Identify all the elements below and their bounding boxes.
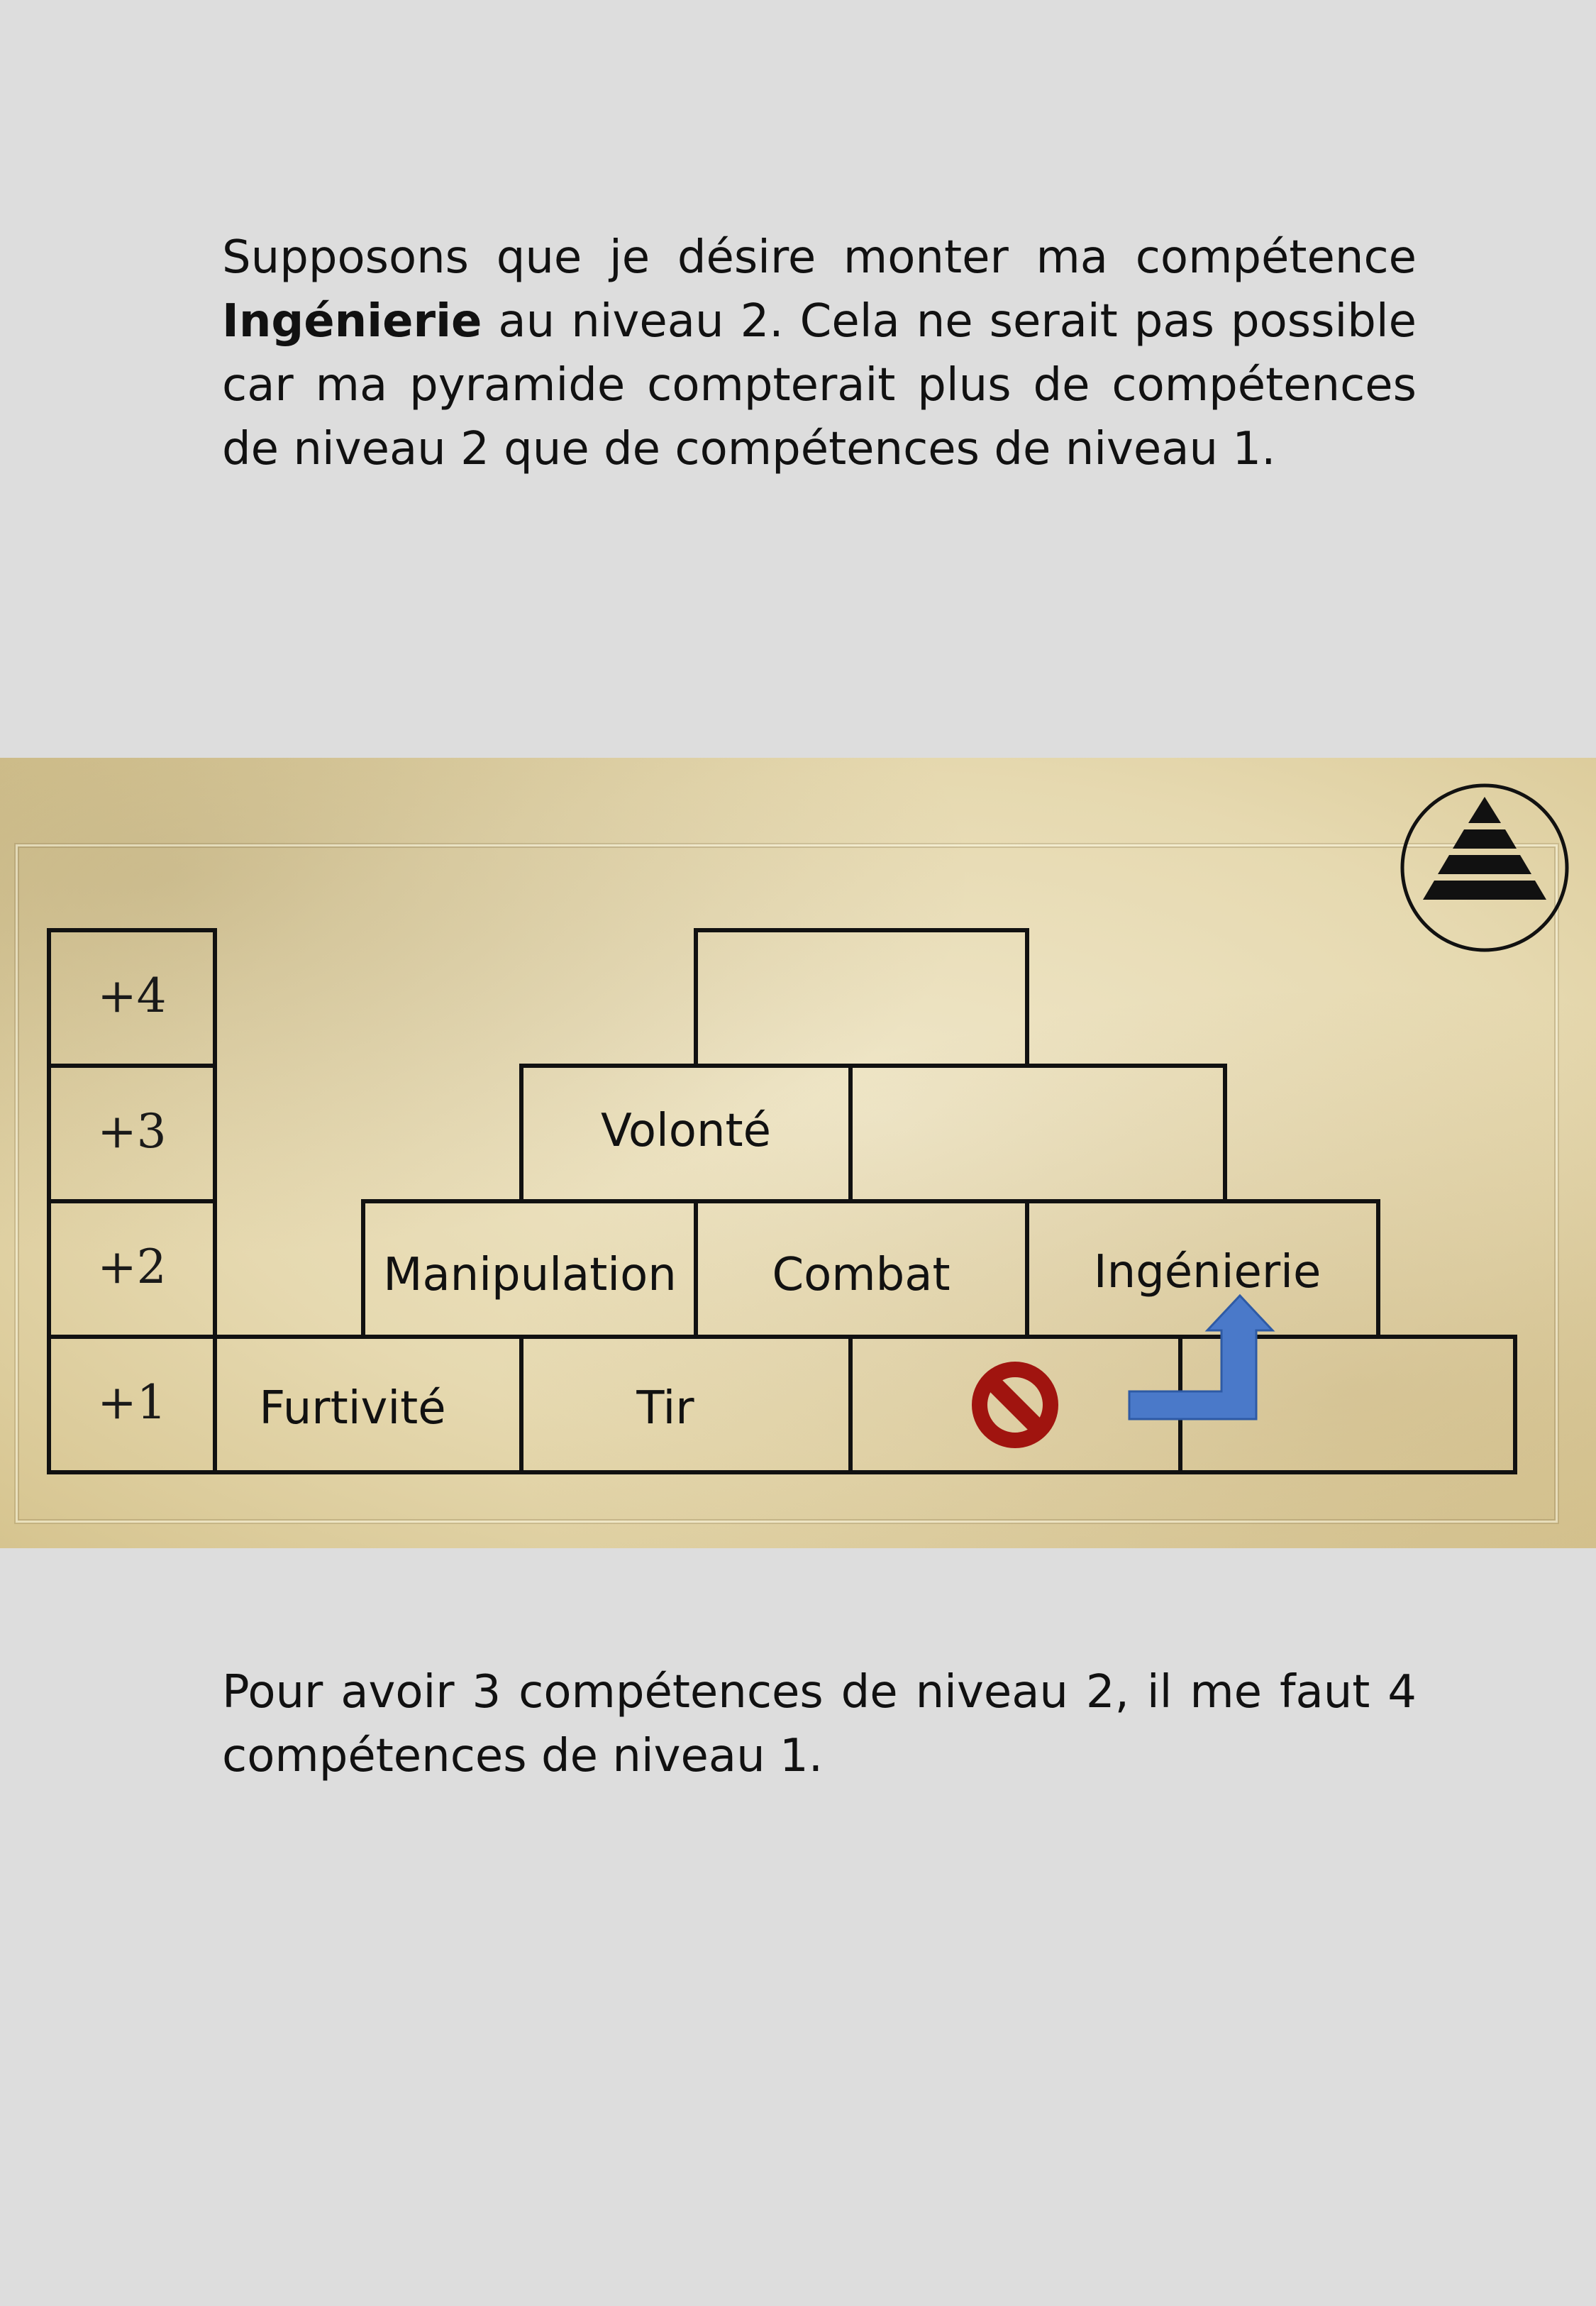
skill-furtivite: Furtivité <box>259 1382 445 1435</box>
skill-ingenierie: Ingénierie <box>1094 1246 1321 1298</box>
pyramid-diagram: +4 +3 +2 +1 Volonté Manipulation Combat … <box>47 783 1569 1474</box>
forbidden-icon <box>972 1362 1058 1448</box>
skill-combat: Combat <box>772 1249 950 1301</box>
pyramid-slot-level4 <box>694 928 1029 1068</box>
paragraph-intro: Supposons que je désire monter ma compét… <box>222 226 1417 481</box>
level-column: +4 +3 +2 +1 <box>47 928 217 1474</box>
pyramid-panel: +4 +3 +2 +1 Volonté Manipulation Combat … <box>0 758 1596 1548</box>
pyramid-slot-level3-2 <box>848 1064 1227 1203</box>
up-arrow-icon <box>1128 1293 1275 1420</box>
pyramid-logo-icon <box>1400 783 1569 952</box>
level-label-3: +3 <box>97 1104 166 1159</box>
skill-tir: Tir <box>636 1382 694 1435</box>
skill-manipulation: Manipulation <box>383 1249 677 1301</box>
paragraph-conclusion: Pour avoir 3 compétences de niveau 2, il… <box>222 1666 1417 1782</box>
skill-volonte: Volonté <box>601 1105 771 1157</box>
paragraph-intro-bold: Ingénierie <box>222 295 482 348</box>
level-label-2: +2 <box>97 1240 166 1294</box>
level-label-1: +1 <box>97 1375 166 1430</box>
paragraph-intro-part1: Supposons que je désire monter ma compét… <box>222 231 1417 284</box>
level-label-4: +4 <box>97 969 166 1023</box>
